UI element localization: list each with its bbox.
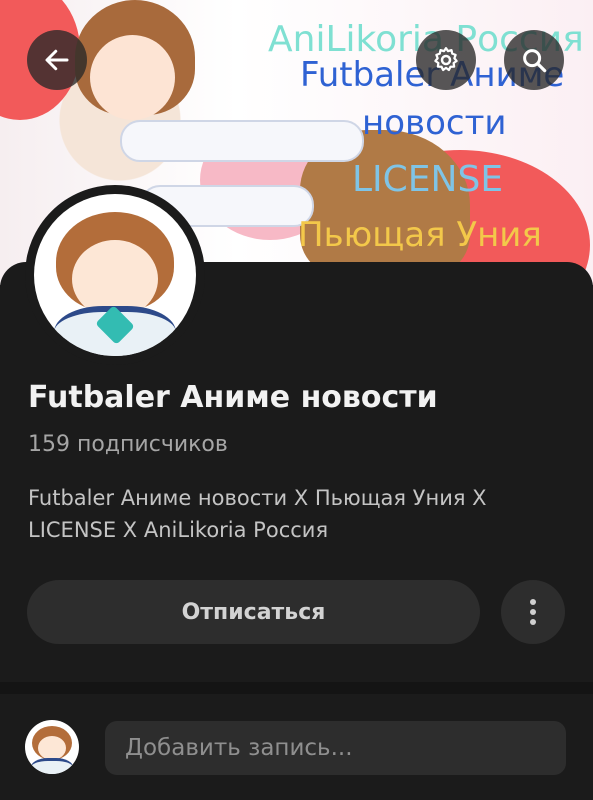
more-vertical-icon	[530, 599, 536, 625]
add-post-input[interactable]	[105, 721, 566, 775]
avatar-character-face	[38, 736, 66, 760]
search-icon	[523, 49, 547, 73]
search-button[interactable]	[504, 30, 564, 90]
back-button[interactable]	[27, 30, 87, 90]
section-divider	[0, 682, 593, 694]
community-avatar[interactable]	[25, 185, 205, 365]
arrow-left-icon	[45, 49, 69, 71]
unsubscribe-button[interactable]: Отписаться	[27, 580, 480, 644]
subscriber-count[interactable]: 159 подписчиков	[28, 432, 228, 457]
settings-button[interactable]	[416, 30, 476, 90]
community-description: Futbaler Аниме новости X Пьющая Уния X L…	[28, 486, 487, 542]
avatar-character-uniform	[31, 758, 73, 774]
community-name: Futbaler Аниме новости	[28, 380, 438, 415]
cover-text-line: Пьющая Уния	[298, 215, 542, 255]
cover-text-line: LICENSE	[352, 159, 504, 200]
cover-character-face	[90, 35, 175, 120]
avatar-image	[34, 194, 196, 356]
more-options-button[interactable]	[501, 580, 565, 644]
cover-text-line: новости	[362, 103, 507, 143]
post-author-avatar[interactable]	[25, 720, 79, 774]
gear-icon	[434, 47, 458, 72]
cover-character-arm	[120, 120, 364, 162]
